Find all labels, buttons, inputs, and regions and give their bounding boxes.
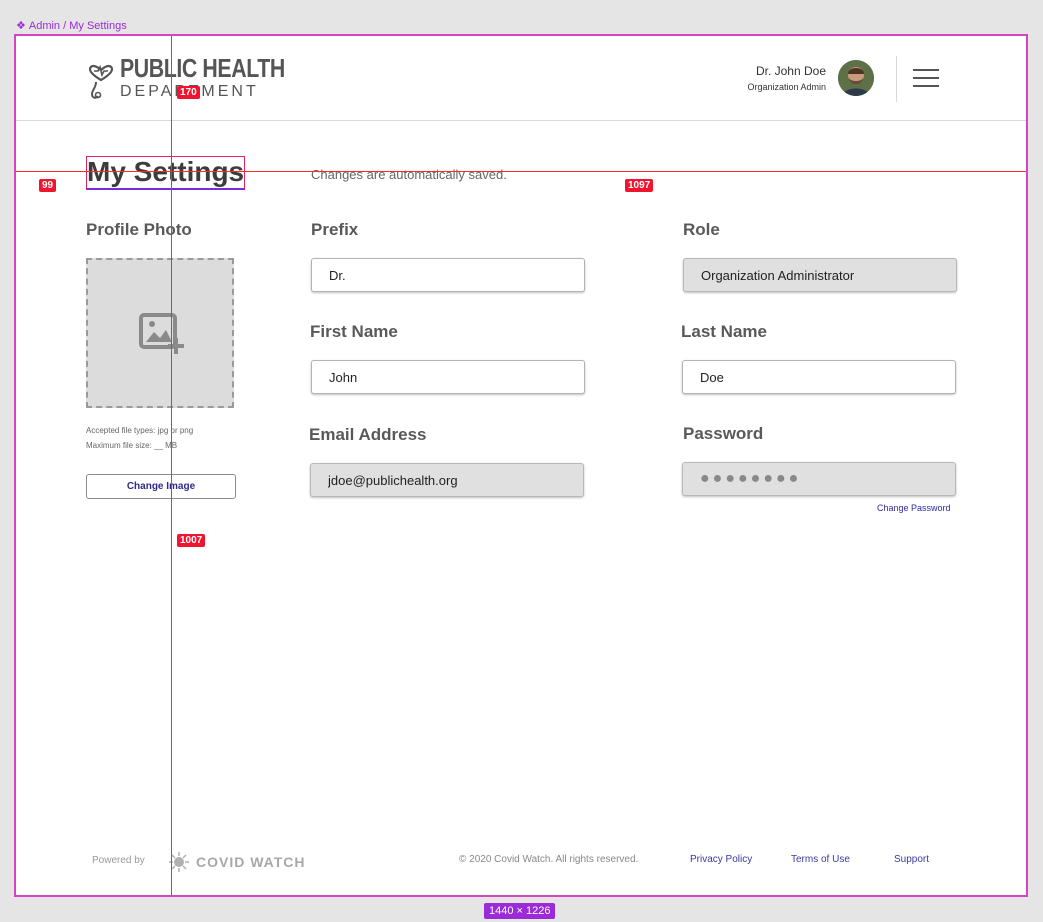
email-label: Email Address [309,425,427,444]
brand-text: COVID WATCH [196,854,306,870]
last-name-input[interactable] [682,360,956,394]
email-field [310,463,584,497]
first-name-input[interactable] [311,360,585,394]
logo-line1: PUBLIC HEALTH [120,53,285,83]
user-name: Dr. John Doe [755,64,826,78]
avatar[interactable] [838,60,874,96]
add-image-icon [139,313,184,354]
powered-by: Powered by [92,855,145,866]
measure-badge: 170 [177,86,200,99]
photo-upload-area[interactable] [86,258,234,408]
redline-vertical [171,36,172,895]
prefix-label: Prefix [311,220,359,239]
role-label: Role [683,220,720,239]
logo-line2: DEPARTMENT [120,83,321,101]
redline-horizontal [16,171,1026,172]
frame-size-badge: 1440 × 1226 [484,903,556,919]
max-file-size: Maximum file size: __ MB [86,441,178,450]
artboard: PUBLIC HEALTH DEPARTMENT Dr. John Doe Or… [14,34,1028,897]
accepted-file-types: Accepted file types: jpg or png [86,426,194,435]
page-title: My Settings [86,156,246,190]
user-info: Dr. John Doe Organization Admin [747,64,826,92]
password-field [682,462,956,496]
measure-badge: 1007 [177,534,206,547]
change-image-button[interactable]: Change Image [86,474,236,499]
autosave-note: Changes are automatically saved. [311,167,507,182]
stethoscope-heart-icon [88,64,114,99]
password-label: Password [683,424,764,443]
profile-photo-label: Profile Photo [86,220,192,239]
frame-label: ❖ Admin / My Settings [16,19,127,32]
logo: PUBLIC HEALTH DEPARTMENT [86,54,321,101]
header-divider [896,56,897,102]
hamburger-menu-icon[interactable] [913,69,939,89]
measure-badge: 99 [39,179,57,192]
role-field [683,258,957,292]
frame-label-text: Admin / My Settings [28,20,127,32]
measure-badge: 1097 [625,179,654,192]
change-password-link[interactable]: Change Password [877,503,951,513]
terms-of-use-link[interactable]: Terms of Use [791,854,850,865]
support-link[interactable]: Support [894,854,929,865]
last-name-label: Last Name [681,322,767,341]
prefix-input[interactable] [311,258,585,292]
header: PUBLIC HEALTH DEPARTMENT Dr. John Doe Or… [16,36,1026,121]
covid-watch-logo: COVID WATCH [168,851,306,873]
component-icon: ❖ [16,20,26,32]
user-role: Organization Admin [747,82,826,92]
copyright: © 2020 Covid Watch. All rights reserved. [459,854,639,865]
first-name-label: First Name [310,322,398,341]
privacy-policy-link[interactable]: Privacy Policy [690,854,752,865]
avatar-image [838,60,874,96]
